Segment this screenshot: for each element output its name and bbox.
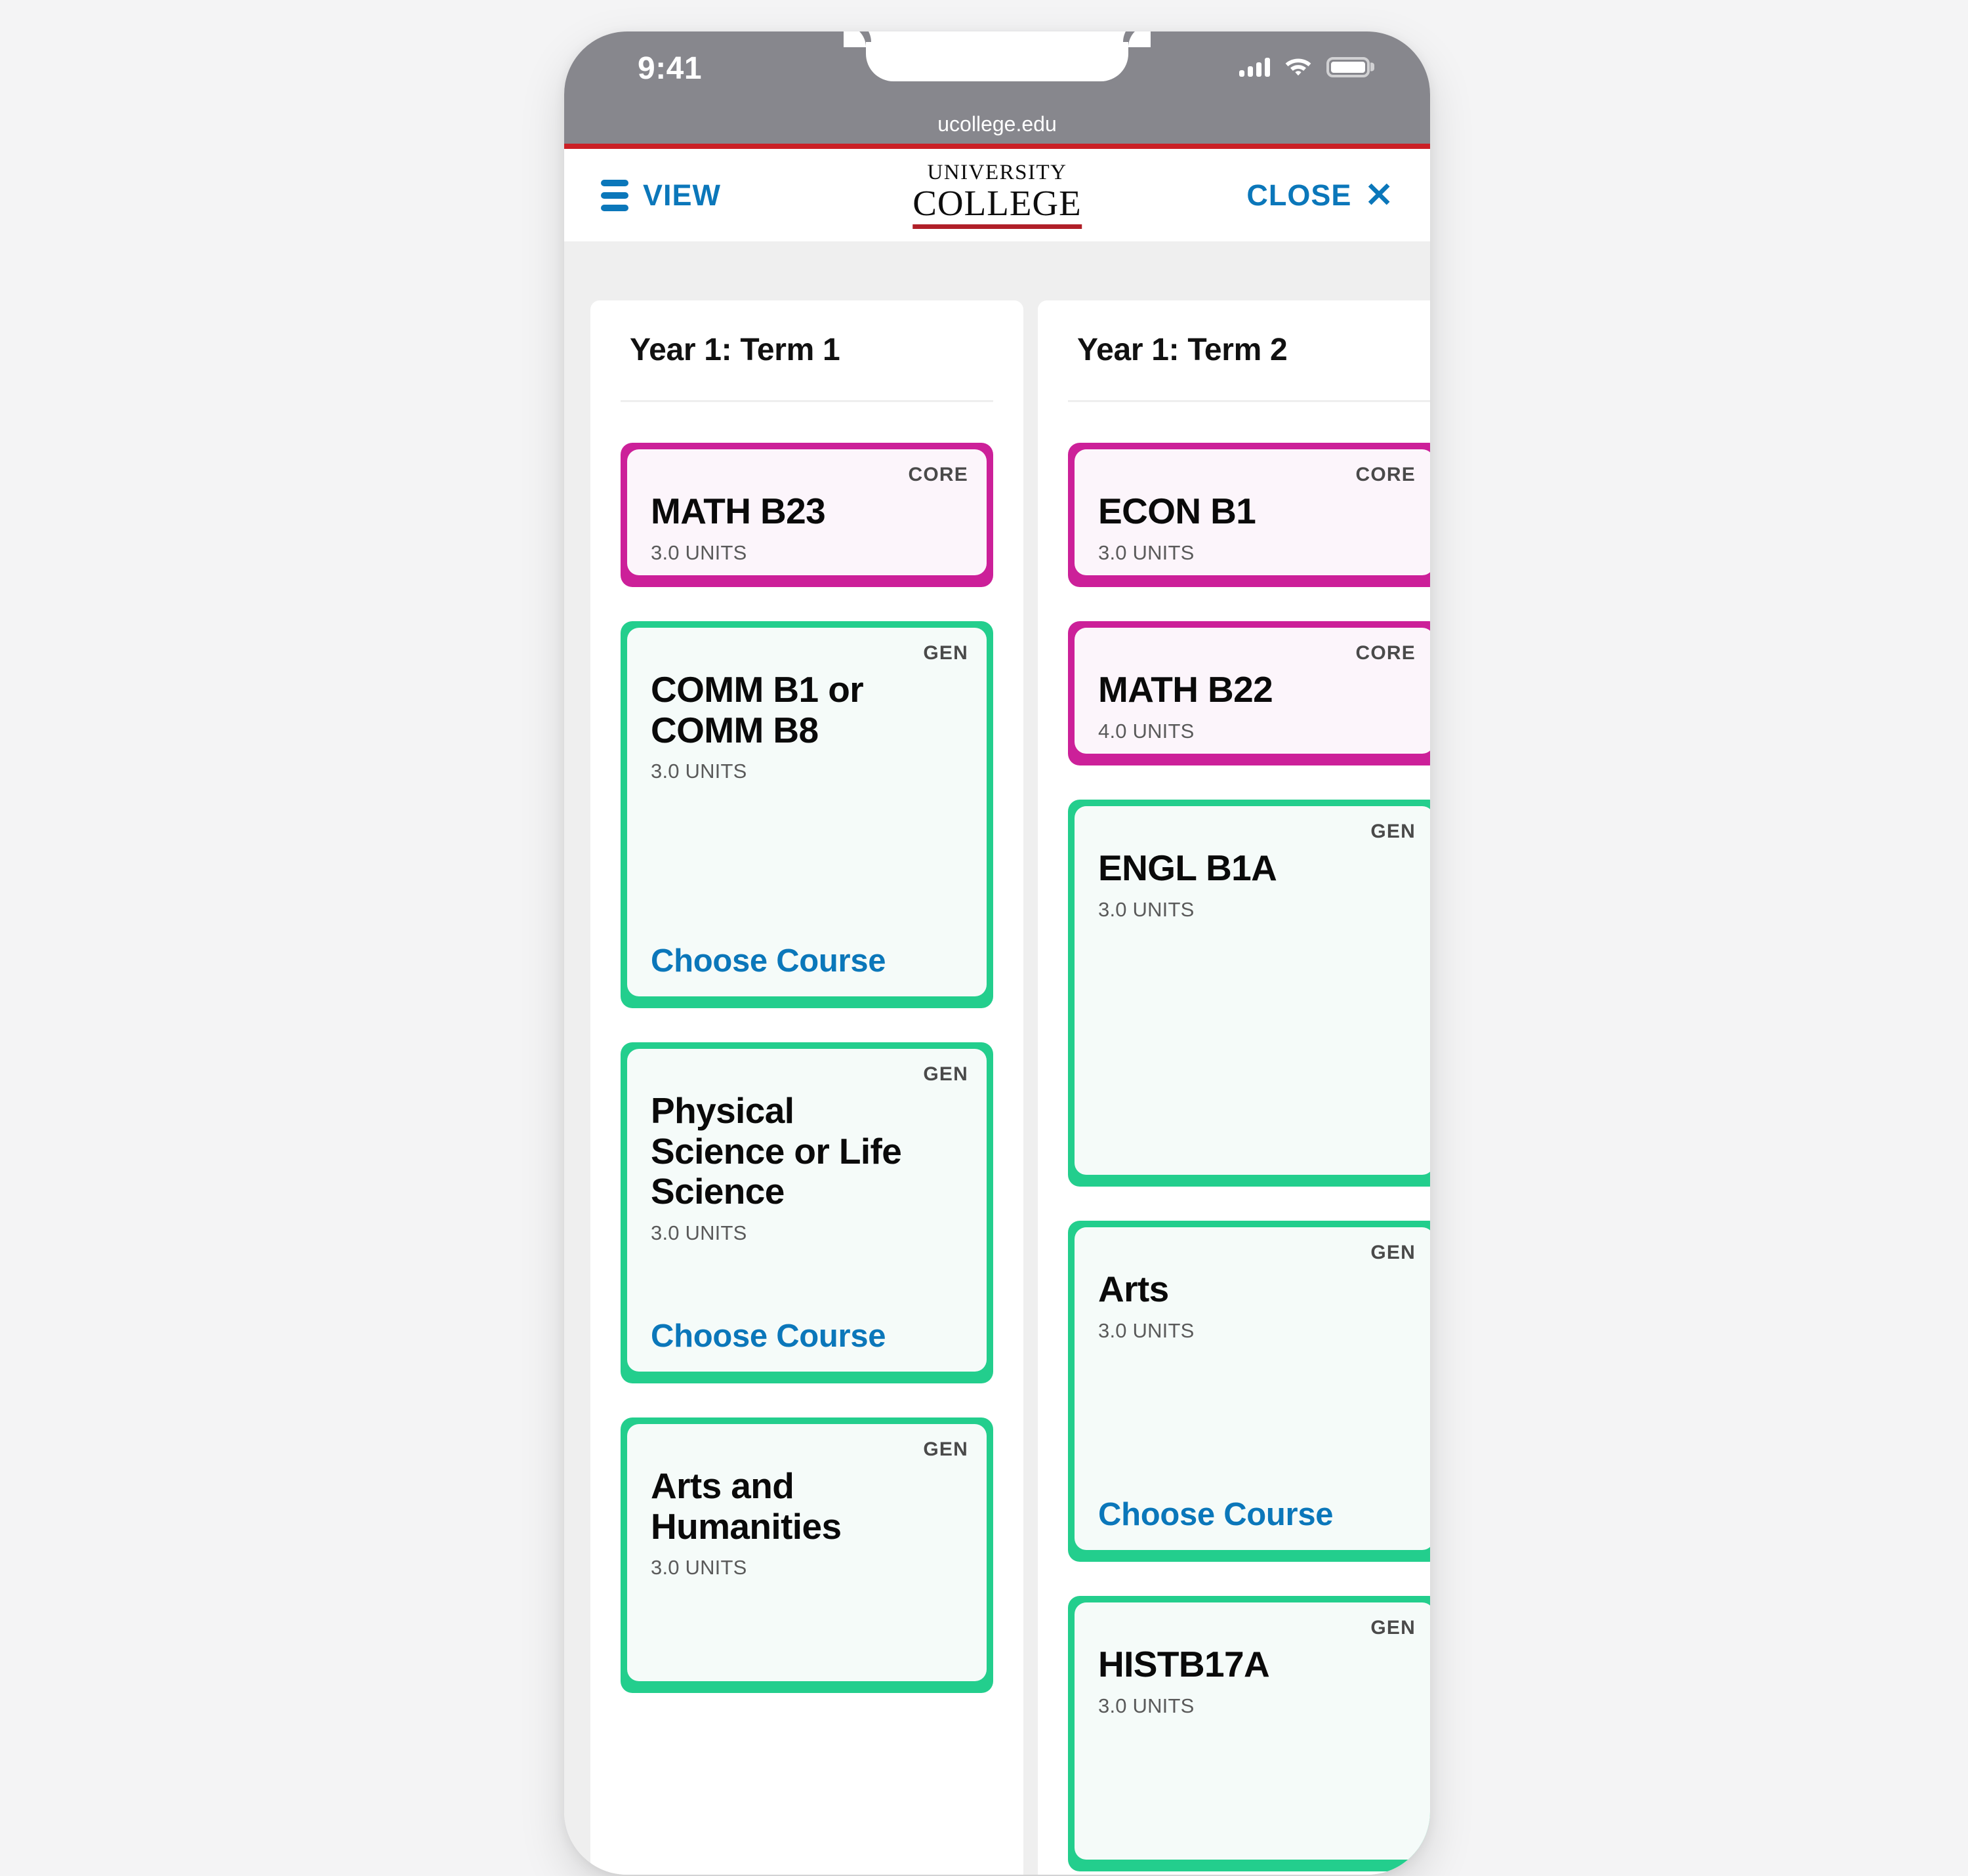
course-title: MATH B22 (1098, 669, 1273, 710)
battery-icon (1326, 56, 1370, 77)
course-category-badge: CORE (1355, 464, 1416, 485)
course-card-body: CORE MATH B22 4.0 UNITS (1075, 628, 1430, 754)
course-card-body: GEN HISTB17A 3.0 UNITS (1075, 1602, 1430, 1860)
course-category-badge: GEN (923, 642, 968, 664)
view-menu-label: VIEW (643, 178, 722, 212)
course-title: Arts (1098, 1269, 1169, 1309)
phone-frame: 9:41 ucollege.edu VIEW UNIVERSITY COLLEG… (564, 31, 1430, 1875)
choose-course-link[interactable]: Choose Course (651, 943, 886, 979)
brand-line-university: UNIVERSITY (927, 160, 1067, 184)
degree-plan-board: Year 1: Term 1 CORE MATH B23 3.0 UNITS GEN CO… (564, 241, 1430, 1875)
status-bar-time: 9:41 (638, 51, 703, 86)
hamburger-menu-icon (601, 179, 628, 211)
course-units: 3.0 UNITS (1098, 540, 1195, 564)
course-title: ECON B1 (1098, 491, 1256, 531)
course-category-badge: GEN (923, 1063, 968, 1085)
course-title: COMM B1 or COMM B8 (651, 669, 864, 750)
brand-line-college: COLLEGE (912, 182, 1082, 223)
wifi-icon (1284, 55, 1312, 79)
course-card-body: CORE MATH B23 3.0 UNITS (627, 449, 987, 575)
course-units: 3.0 UNITS (1098, 897, 1195, 921)
brand-logo[interactable]: UNIVERSITY COLLEGE (912, 160, 1082, 229)
course-title: ENGL B1A (1098, 847, 1277, 888)
course-title: Physical Science or Life Science (651, 1090, 902, 1212)
brand-underline (912, 224, 1082, 229)
term-column-title: Year 1: Term 2 (1077, 333, 1288, 367)
term-column: Year 1: Term 2 CORE ECON B1 3.0 UNITS CORE MA… (1038, 300, 1430, 1875)
course-card[interactable]: CORE MATH B23 3.0 UNITS (621, 443, 993, 587)
course-card[interactable]: GEN Arts and Humanities 3.0 UNITS (621, 1417, 993, 1693)
brand-accent-rule (564, 144, 1430, 149)
close-x-icon: ✕ (1364, 176, 1393, 214)
course-card[interactable]: GEN COMM B1 or COMM B8 3.0 UNITS Choose Cou… (621, 621, 993, 1008)
choose-course-link[interactable]: Choose Course (1098, 1496, 1334, 1533)
course-category-badge: CORE (908, 464, 968, 485)
course-units: 4.0 UNITS (1098, 719, 1195, 743)
device-notch (844, 31, 1151, 81)
course-card-body: CORE ECON B1 3.0 UNITS (1075, 449, 1430, 575)
course-card-list: CORE MATH B23 3.0 UNITS GEN COMM B1 or COMM … (621, 402, 993, 1693)
choose-course-link[interactable]: Choose Course (651, 1318, 886, 1355)
course-card[interactable]: GEN HISTB17A 3.0 UNITS (1068, 1596, 1430, 1871)
course-title: HISTB17A (1098, 1644, 1270, 1684)
term-column-title: Year 1: Term 1 (630, 333, 840, 367)
course-units: 3.0 UNITS (651, 1556, 747, 1580)
course-card[interactable]: GEN Physical Science or Life Science 3.0 U… (621, 1042, 993, 1383)
status-bar-icons (1239, 55, 1370, 79)
course-category-badge: GEN (1370, 821, 1416, 842)
course-units: 3.0 UNITS (651, 1221, 747, 1244)
view-menu-button[interactable]: VIEW (601, 178, 721, 213)
course-title: Arts and Humanities (651, 1465, 842, 1547)
course-card-body: GEN Physical Science or Life Science 3.0 U… (627, 1049, 987, 1372)
course-category-badge: GEN (1370, 1617, 1416, 1639)
course-card[interactable]: CORE ECON B1 3.0 UNITS (1068, 443, 1430, 587)
browser-chrome: 9:41 ucollege.edu (564, 31, 1430, 148)
course-category-badge: GEN (1370, 1242, 1416, 1263)
term-column: Year 1: Term 1 CORE MATH B23 3.0 UNITS GEN CO… (590, 300, 1023, 1875)
course-card[interactable]: GEN Arts 3.0 UNITS Choose Course (1068, 1221, 1430, 1562)
course-units: 3.0 UNITS (1098, 1318, 1195, 1342)
course-units: 3.0 UNITS (1098, 1694, 1195, 1717)
course-units: 3.0 UNITS (651, 540, 747, 564)
course-card-body: GEN Arts 3.0 UNITS Choose Course (1075, 1227, 1430, 1550)
course-card[interactable]: GEN ENGL B1A 3.0 UNITS (1068, 800, 1430, 1187)
course-category-badge: GEN (923, 1438, 968, 1460)
course-category-badge: CORE (1355, 642, 1416, 664)
course-card-body: GEN COMM B1 or COMM B8 3.0 UNITS Choose Cou… (627, 628, 987, 996)
course-card-body: GEN Arts and Humanities 3.0 UNITS (627, 1424, 987, 1681)
site-header: VIEW UNIVERSITY COLLEGE CLOSE ✕ (564, 149, 1430, 241)
close-button[interactable]: CLOSE ✕ (1246, 178, 1393, 213)
status-bar: 9:41 (564, 31, 1430, 105)
course-card-list: CORE ECON B1 3.0 UNITS CORE MATH B22 4.0 UNIT… (1068, 402, 1430, 1871)
course-card-body: GEN ENGL B1A 3.0 UNITS (1075, 806, 1430, 1175)
url-text: ucollege.edu (937, 112, 1057, 136)
close-button-label: CLOSE (1246, 178, 1352, 212)
course-units: 3.0 UNITS (651, 760, 747, 783)
browser-url-bar[interactable]: ucollege.edu (564, 105, 1430, 144)
cellular-signal-icon (1239, 57, 1270, 77)
course-card[interactable]: CORE MATH B22 4.0 UNITS (1068, 621, 1430, 765)
course-title: MATH B23 (651, 491, 826, 531)
